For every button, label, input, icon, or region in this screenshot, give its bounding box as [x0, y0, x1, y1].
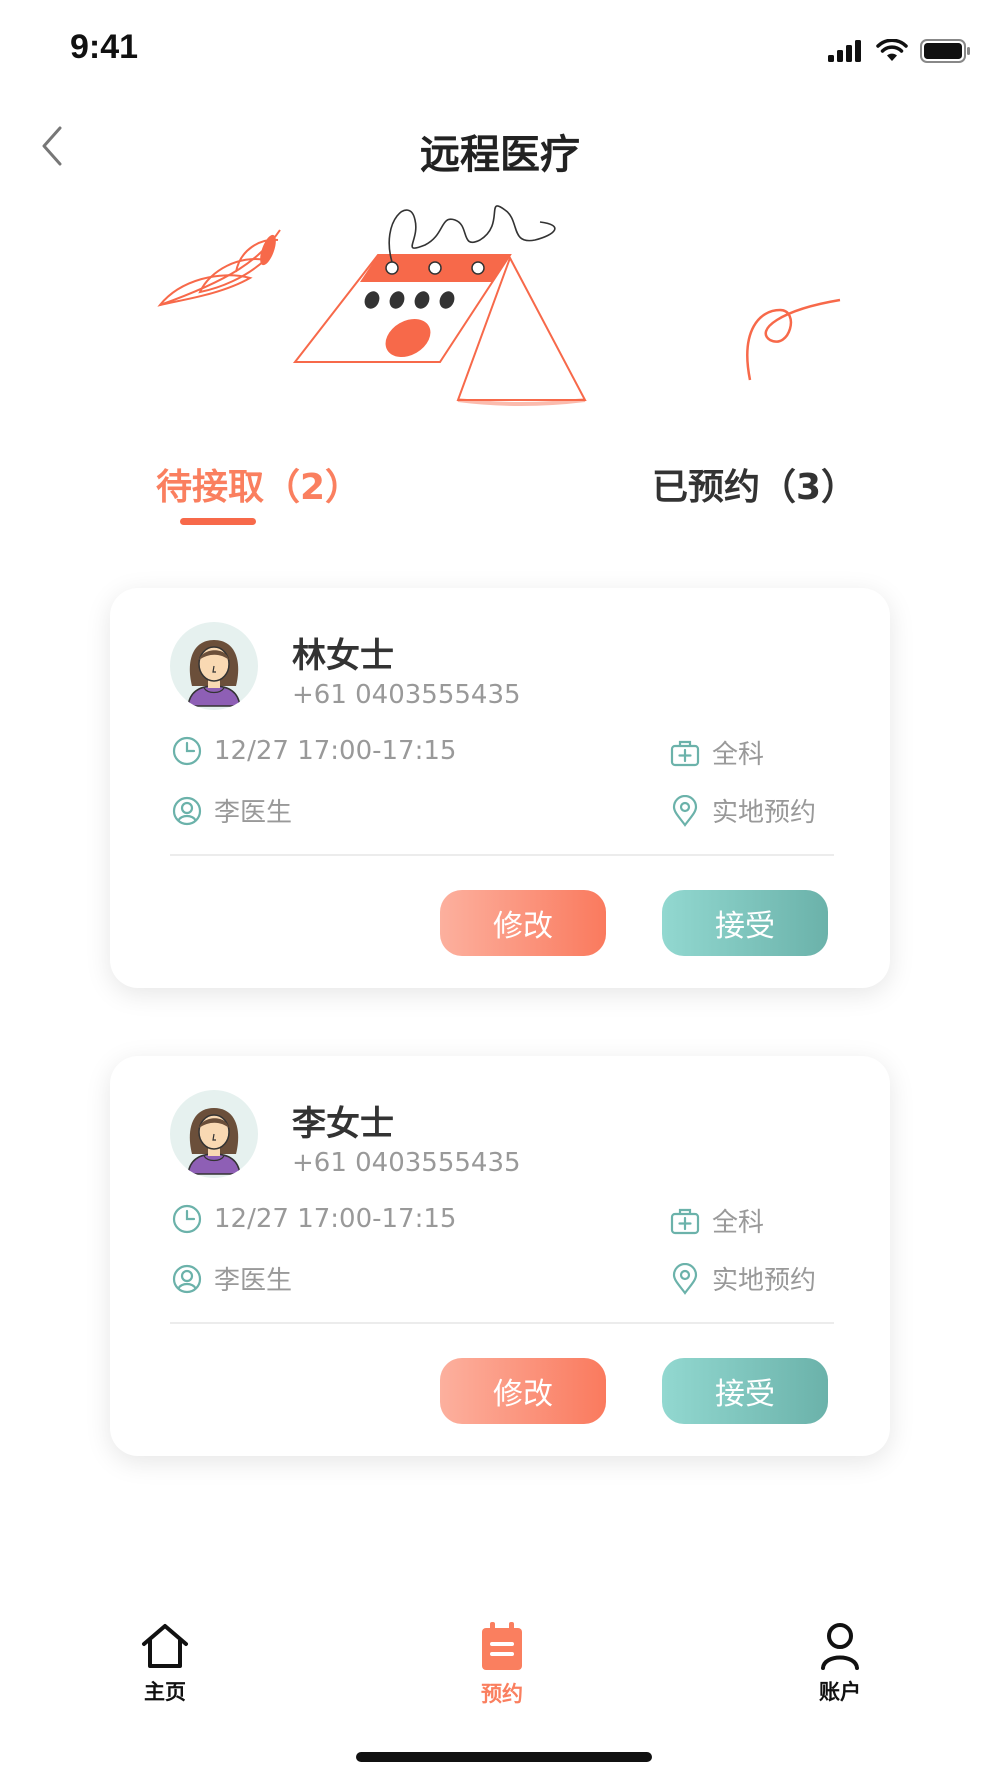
- header: 远程医疗: [0, 100, 1000, 190]
- department: 全科: [668, 734, 764, 771]
- nav-label-account: 账户: [819, 1680, 861, 1704]
- tab-bar: 待接取（2） 已预约（3）: [0, 448, 1000, 528]
- appointment-card: 李女士 +61 0403555435 12/27 17:00-17:15 全科 …: [110, 1056, 890, 1456]
- user-circle-icon: [170, 1262, 204, 1296]
- leaf-decoration: [157, 229, 281, 307]
- accept-button[interactable]: 接受: [662, 890, 828, 956]
- doctor-text: 李医生: [214, 798, 293, 828]
- doctor: 李医生: [170, 792, 292, 829]
- department-text: 全科: [712, 740, 765, 770]
- doctor-text: 李医生: [214, 1266, 293, 1296]
- avatar: [170, 1090, 258, 1178]
- calendar-illustration: [157, 205, 841, 406]
- bottom-nav: 主页 预约 账户: [0, 1610, 1000, 1720]
- medical-kit-icon: [668, 1204, 702, 1238]
- active-tab-indicator: [180, 518, 256, 525]
- modify-button[interactable]: 修改: [440, 890, 606, 956]
- wifi-icon: [876, 39, 908, 61]
- tab-booked[interactable]: 已预约（3）: [652, 458, 857, 510]
- user-circle-icon: [170, 794, 204, 828]
- medical-kit-icon: [668, 736, 702, 770]
- user-icon: [821, 1623, 859, 1670]
- tab-pending[interactable]: 待接取（2）: [156, 458, 361, 510]
- appointment-time-text: 12/27 17:00-17:15: [214, 1204, 457, 1234]
- divider: [170, 1322, 834, 1324]
- patient-phone: +61 0403555435: [292, 1148, 521, 1178]
- telemedicine-screen: 9:41 远程医疗 待接取（2） 已预约（3） 林女士 +61 04035554…: [0, 0, 1000, 1778]
- patient-name: 林女士: [292, 636, 394, 676]
- nav-item-booking[interactable]: 预约: [442, 1622, 562, 1708]
- nav-label-booking: 预约: [481, 1682, 523, 1706]
- avatar: [170, 622, 258, 710]
- location-pin-icon: [668, 794, 702, 828]
- nav-label-home: 主页: [144, 1680, 186, 1704]
- home-icon: [142, 1624, 188, 1668]
- cellular-signal-icon: [828, 40, 861, 62]
- visit-type: 实地预约: [668, 1260, 816, 1297]
- visit-type-text: 实地预约: [712, 1266, 817, 1296]
- appointment-card: 林女士 +61 0403555435 12/27 17:00-17:15 全科 …: [110, 588, 890, 988]
- accept-button[interactable]: 接受: [662, 1358, 828, 1424]
- home-indicator: [356, 1752, 652, 1762]
- status-time: 9:41: [70, 28, 139, 66]
- department: 全科: [668, 1202, 764, 1239]
- swirl-decoration: [746, 298, 841, 381]
- patient-name: 李女士: [292, 1104, 394, 1144]
- clock-icon: [170, 734, 204, 768]
- woman-avatar-icon: [187, 1108, 241, 1175]
- patient-phone: +61 0403555435: [292, 680, 521, 710]
- visit-type: 实地预约: [668, 792, 816, 829]
- nav-item-account[interactable]: 账户: [780, 1622, 900, 1706]
- location-pin-icon: [668, 1262, 702, 1296]
- visit-type-text: 实地预约: [712, 798, 817, 828]
- calendar-icon: [482, 1622, 522, 1670]
- battery-icon: [920, 39, 970, 63]
- status-icons: [828, 36, 972, 66]
- woman-avatar-icon: [187, 640, 241, 707]
- doctor: 李医生: [170, 1260, 292, 1297]
- appointment-time: 12/27 17:00-17:15: [170, 734, 456, 768]
- department-text: 全科: [712, 1208, 765, 1238]
- modify-button[interactable]: 修改: [440, 1358, 606, 1424]
- appointment-time: 12/27 17:00-17:15: [170, 1202, 456, 1236]
- appointment-time-text: 12/27 17:00-17:15: [214, 736, 457, 766]
- nav-item-home[interactable]: 主页: [105, 1622, 225, 1706]
- page-title: 远程医疗: [420, 132, 580, 178]
- status-bar: 9:41: [0, 0, 1000, 100]
- divider: [170, 854, 834, 856]
- clock-icon: [170, 1202, 204, 1236]
